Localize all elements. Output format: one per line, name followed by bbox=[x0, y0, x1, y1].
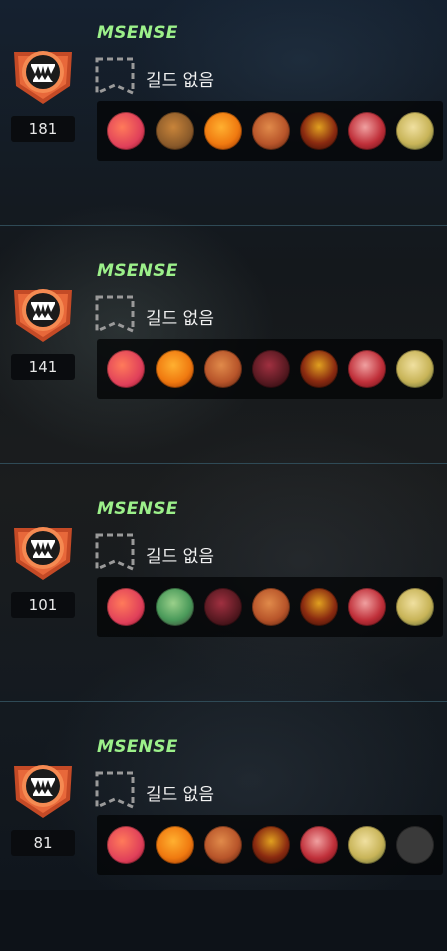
champion-portrait-icon[interactable] bbox=[348, 350, 386, 388]
champion-portrait-icon[interactable] bbox=[300, 350, 338, 388]
player-name[interactable]: MSENSE bbox=[97, 261, 178, 281]
rank-badge-icon bbox=[10, 518, 76, 586]
guild-label: 길드 없음 bbox=[146, 309, 214, 329]
match-row[interactable]: 81 MSENSE 길드 없음 bbox=[0, 714, 447, 951]
champion-list bbox=[97, 815, 443, 875]
guild-banner-icon bbox=[95, 57, 135, 97]
champion-portrait-icon[interactable] bbox=[300, 826, 338, 864]
guild-banner-icon bbox=[95, 295, 135, 335]
guild-label: 길드 없음 bbox=[146, 547, 214, 567]
champion-portrait-icon[interactable] bbox=[156, 350, 194, 388]
level-value: 181 bbox=[11, 116, 75, 142]
champion-portrait-icon[interactable] bbox=[107, 350, 145, 388]
champion-portrait-icon[interactable] bbox=[156, 588, 194, 626]
champion-portrait-icon[interactable] bbox=[396, 350, 434, 388]
level-value: 101 bbox=[11, 592, 75, 618]
champion-portrait-icon[interactable] bbox=[252, 826, 290, 864]
row-divider bbox=[0, 463, 447, 464]
champion-portrait-icon[interactable] bbox=[204, 350, 242, 388]
champion-portrait-icon[interactable] bbox=[252, 350, 290, 388]
champion-list bbox=[97, 577, 443, 637]
guild-banner-icon bbox=[95, 533, 135, 573]
empty-champion-slot-icon bbox=[396, 826, 434, 864]
guild-label: 길드 없음 bbox=[146, 71, 214, 91]
champion-portrait-icon[interactable] bbox=[107, 588, 145, 626]
rank-badge-icon bbox=[10, 42, 76, 110]
rank-badge-icon bbox=[10, 280, 76, 348]
champion-portrait-icon[interactable] bbox=[204, 112, 242, 150]
champion-portrait-icon[interactable] bbox=[156, 826, 194, 864]
row-divider bbox=[0, 701, 447, 702]
champion-portrait-icon[interactable] bbox=[300, 588, 338, 626]
champion-portrait-icon[interactable] bbox=[348, 112, 386, 150]
champion-portrait-icon[interactable] bbox=[204, 826, 242, 864]
champion-list bbox=[97, 101, 443, 161]
match-row[interactable]: 141 MSENSE 길드 없음 bbox=[0, 238, 447, 475]
level-value: 81 bbox=[11, 830, 75, 856]
champion-portrait-icon[interactable] bbox=[204, 588, 242, 626]
champion-portrait-icon[interactable] bbox=[348, 588, 386, 626]
champion-portrait-icon[interactable] bbox=[252, 112, 290, 150]
champion-portrait-icon[interactable] bbox=[396, 112, 434, 150]
champion-portrait-icon[interactable] bbox=[396, 588, 434, 626]
champion-portrait-icon[interactable] bbox=[252, 588, 290, 626]
champion-portrait-icon[interactable] bbox=[107, 826, 145, 864]
level-value: 141 bbox=[11, 354, 75, 380]
champion-list bbox=[97, 339, 443, 399]
guild-banner-icon bbox=[95, 771, 135, 811]
row-divider bbox=[0, 225, 447, 226]
champion-portrait-icon[interactable] bbox=[348, 826, 386, 864]
rank-badge-icon bbox=[10, 756, 76, 824]
champion-portrait-icon[interactable] bbox=[300, 112, 338, 150]
player-name[interactable]: MSENSE bbox=[97, 499, 178, 519]
match-row[interactable]: 181 MSENSE 길드 없음 bbox=[0, 0, 447, 237]
match-row[interactable]: 101 MSENSE 길드 없음 bbox=[0, 476, 447, 713]
player-name[interactable]: MSENSE bbox=[97, 23, 178, 43]
champion-portrait-icon[interactable] bbox=[156, 112, 194, 150]
player-name[interactable]: MSENSE bbox=[97, 737, 178, 757]
guild-label: 길드 없음 bbox=[146, 785, 214, 805]
champion-portrait-icon[interactable] bbox=[107, 112, 145, 150]
